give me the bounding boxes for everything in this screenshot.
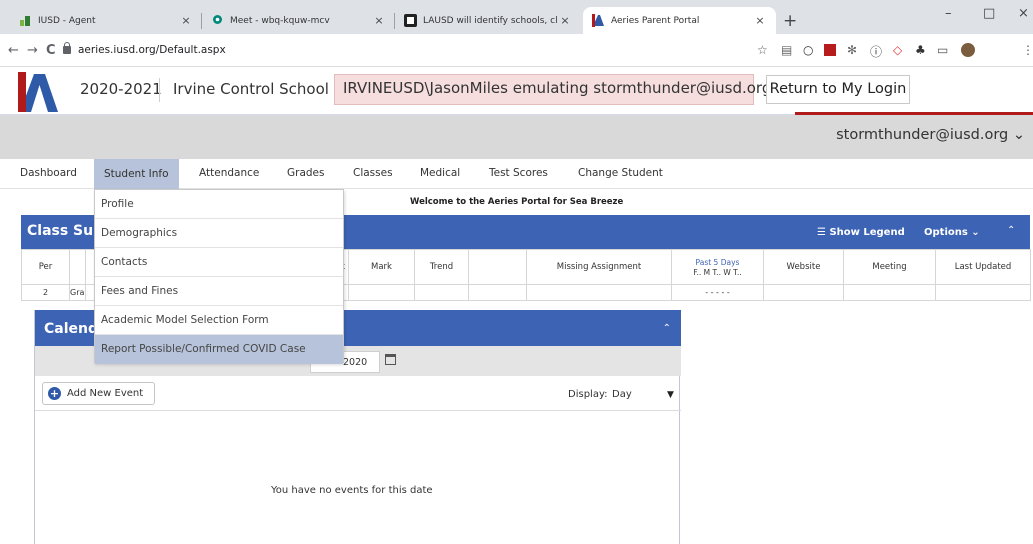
show-legend-label: Show Legend xyxy=(829,227,905,238)
dropdown-item-profile[interactable]: Profile xyxy=(95,190,343,219)
show-legend-button[interactable]: ☰ Show Legend xyxy=(817,227,905,238)
col-per[interactable]: Per xyxy=(21,249,70,285)
class-summary-title: Class Su xyxy=(27,223,94,239)
display-label: Display: xyxy=(568,389,608,400)
menu-medical[interactable]: Medical xyxy=(420,167,460,179)
info-icon[interactable]: ⓘ xyxy=(870,43,882,60)
calendar-body: You have no events for this date xyxy=(35,410,681,544)
plus-circle-icon: + xyxy=(48,387,61,400)
display-select[interactable]: Day xyxy=(612,389,632,400)
browser-tab-lausd[interactable]: LAUSD will identify schools, class × xyxy=(395,7,581,34)
gear-icon[interactable]: ✻ xyxy=(847,43,857,57)
tab-close-icon[interactable]: × xyxy=(178,14,194,27)
cell-attendance-days: - - - - - xyxy=(671,284,764,301)
calendar-title: Calend xyxy=(44,321,99,337)
browser-tab-meet[interactable]: Meet - wbq-kquw-mcv × xyxy=(202,7,395,34)
return-to-login-button[interactable]: Return to My Login xyxy=(766,75,910,104)
menu-attendance[interactable]: Attendance xyxy=(199,167,259,179)
user-bar: stormthunder@iusd.org ⌄ xyxy=(0,115,1033,159)
collapse-chevron-icon[interactable]: ⌃ xyxy=(1007,225,1015,236)
welcome-message: Welcome to the Aeries Portal for Sea Bre… xyxy=(410,197,624,207)
options-label: Options xyxy=(924,227,968,238)
dropdown-item-demographics[interactable]: Demographics xyxy=(95,219,343,248)
maximize-button[interactable]: □ xyxy=(983,6,995,21)
add-new-event-button[interactable]: + Add New Event xyxy=(42,382,155,405)
tab-title: Aeries Parent Portal xyxy=(611,15,700,26)
minimize-button[interactable]: – xyxy=(945,6,952,21)
col-past-5-days[interactable]: Past 5 Days F.. M T.. W T.. xyxy=(671,249,764,285)
menu-change-student[interactable]: Change Student xyxy=(578,167,663,179)
chevron-down-icon: ⌄ xyxy=(1012,127,1025,143)
cell-course[interactable]: Gra xyxy=(69,284,86,301)
menu-dashboard[interactable]: Dashboard xyxy=(20,167,77,179)
school-name[interactable]: Irvine Control School xyxy=(173,80,329,98)
menu-classes[interactable]: Classes xyxy=(353,167,393,179)
calendar-icon[interactable] xyxy=(385,354,396,365)
forward-arrow-icon[interactable]: → xyxy=(27,43,38,58)
tab-title: Meet - wbq-kquw-mcv xyxy=(230,15,330,26)
cast-icon[interactable]: ▭ xyxy=(937,43,948,57)
tab-close-icon[interactable]: × xyxy=(371,14,387,27)
back-arrow-icon[interactable]: ← xyxy=(8,43,19,58)
chevron-down-icon: ⌄ xyxy=(971,227,980,238)
more-menu-icon[interactable]: ⋮ xyxy=(1022,43,1033,57)
options-button[interactable]: Options ⌄ xyxy=(924,227,980,238)
circle-icon[interactable]: ○ xyxy=(803,43,813,57)
col-meeting[interactable]: Meeting xyxy=(843,249,936,285)
col-last-updated[interactable]: Last Updated xyxy=(935,249,1031,285)
menu-student-info[interactable]: Student Info xyxy=(94,159,179,189)
new-tab-button[interactable]: + xyxy=(783,11,797,31)
lock-icon xyxy=(63,42,71,54)
aeries-favicon-icon xyxy=(592,14,604,27)
cell-period: 2 xyxy=(21,284,70,301)
no-events-message: You have no events for this date xyxy=(271,485,433,496)
arrow-icon[interactable]: ◇ xyxy=(893,43,902,57)
menu-test-scores[interactable]: Test Scores xyxy=(489,167,548,179)
browser-tab-iusd-agent[interactable]: IUSD - Agent × xyxy=(10,7,202,34)
browser-tab-aeries[interactable]: Aeries Parent Portal × xyxy=(583,7,776,34)
location-pin-icon xyxy=(213,15,222,24)
reload-icon[interactable]: C xyxy=(46,43,56,58)
school-year[interactable]: 2020-2021 xyxy=(80,80,162,98)
dropdown-item-contacts[interactable]: Contacts xyxy=(95,248,343,277)
iusd-favicon-icon xyxy=(20,16,30,26)
col-missing-assignment[interactable]: Missing Assignment xyxy=(526,249,672,285)
profile-avatar-icon[interactable] xyxy=(961,43,975,57)
col-trend[interactable]: Trend xyxy=(414,249,469,285)
add-new-event-label: Add New Event xyxy=(67,388,144,399)
past-5-days-label: Past 5 Days xyxy=(695,258,740,267)
list-icon: ☰ xyxy=(817,227,826,238)
tab-close-icon[interactable]: × xyxy=(557,14,573,27)
app-header: 2020-2021 Irvine Control School IRVINEUS… xyxy=(0,67,1033,115)
tab-close-icon[interactable]: × xyxy=(752,14,768,27)
dropdown-arrow-icon[interactable]: ▼ xyxy=(667,390,674,400)
tab-title: LAUSD will identify schools, class xyxy=(423,15,557,26)
wallet-icon[interactable]: ▤ xyxy=(781,43,792,57)
window-close-button[interactable]: × xyxy=(1018,6,1029,21)
col-mark[interactable]: Mark xyxy=(348,249,415,285)
dropdown-item-report-covid-case[interactable]: Report Possible/Confirmed COVID Case xyxy=(95,335,343,364)
dropdown-item-fees-and-fines[interactable]: Fees and Fines xyxy=(95,277,343,306)
weekday-labels: F.. M T.. W T.. xyxy=(693,268,742,277)
pdf-icon[interactable] xyxy=(824,44,836,56)
tab-title: IUSD - Agent xyxy=(38,15,96,26)
star-icon[interactable]: ☆ xyxy=(757,43,768,57)
main-menu: Dashboard Student Info Attendance Grades… xyxy=(0,159,1033,189)
student-info-dropdown: Profile Demographics Contacts Fees and F… xyxy=(94,189,344,364)
puzzle-icon[interactable]: ♣ xyxy=(915,43,926,57)
user-email: stormthunder@iusd.org xyxy=(836,127,1009,143)
col-website[interactable]: Website xyxy=(763,249,844,285)
dropdown-item-academic-model-selection[interactable]: Academic Model Selection Form xyxy=(95,306,343,335)
collapse-chevron-icon[interactable]: ⌃ xyxy=(663,323,671,334)
news-favicon-icon xyxy=(404,14,417,27)
address-bar[interactable]: aeries.iusd.org/Default.aspx xyxy=(78,44,226,56)
menu-grades[interactable]: Grades xyxy=(287,167,324,179)
browser-tab-strip: IUSD - Agent × Meet - wbq-kquw-mcv × LAU… xyxy=(0,0,1033,34)
emulation-banner: IRVINEUSD\JasonMiles emulating stormthun… xyxy=(334,74,771,105)
user-account-menu[interactable]: stormthunder@iusd.org ⌄ xyxy=(836,127,1025,143)
browser-toolbar: ← → C aeries.iusd.org/Default.aspx ☆ ▤ ○… xyxy=(0,34,1033,67)
aeries-logo-icon[interactable] xyxy=(18,72,58,112)
